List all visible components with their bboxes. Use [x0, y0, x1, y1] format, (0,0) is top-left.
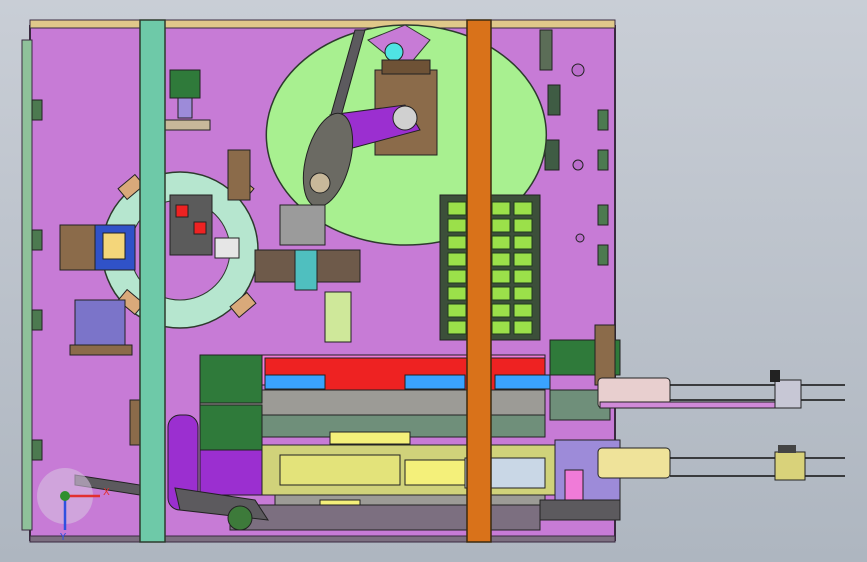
left-side-strip	[21, 39, 33, 531]
grid-cell	[513, 235, 533, 250]
grid-cell	[447, 320, 467, 335]
grid-cell	[491, 201, 511, 216]
grid-cell	[513, 269, 533, 284]
grid-cell	[491, 269, 511, 284]
triad-x-label: X	[103, 487, 110, 498]
grid-cell	[447, 269, 467, 284]
grid-cell	[491, 235, 511, 250]
left-vertical-rail	[139, 19, 166, 543]
bottom-edge-bar	[29, 535, 616, 543]
right-vertical-rail	[466, 19, 492, 543]
grid-cell	[513, 218, 533, 233]
grid-cell	[491, 286, 511, 301]
triad-y-label: Y	[60, 532, 67, 543]
grid-cell	[447, 218, 467, 233]
cyan-marker-icon	[384, 42, 404, 62]
grid-cell	[491, 320, 511, 335]
grid-cell	[447, 303, 467, 318]
grid-cell	[491, 252, 511, 267]
grid-cell	[513, 320, 533, 335]
cad-viewport[interactable]	[0, 0, 867, 562]
grid-cell	[447, 286, 467, 301]
grid-cell	[447, 235, 467, 250]
grid-cell	[491, 218, 511, 233]
grid-cell	[447, 252, 467, 267]
top-edge-bar	[29, 19, 616, 29]
grid-cell	[447, 201, 467, 216]
grid-cell	[513, 303, 533, 318]
grid-cell	[491, 303, 511, 318]
grid-cell	[513, 252, 533, 267]
grid-cell	[513, 201, 533, 216]
grid-cell	[513, 286, 533, 301]
